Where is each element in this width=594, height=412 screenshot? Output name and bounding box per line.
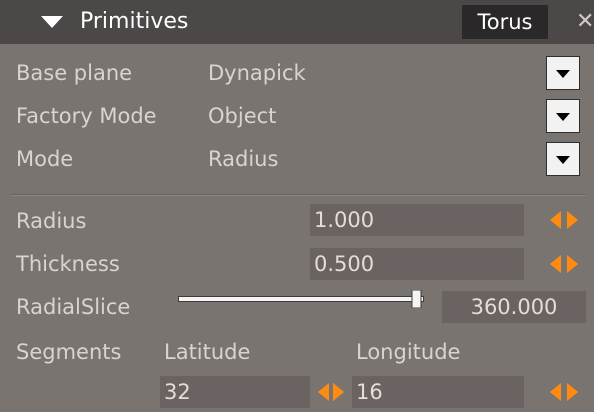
factory-mode-label: Factory Mode (16, 104, 157, 128)
primitive-type-selector[interactable]: Torus (462, 5, 548, 39)
dropdown-arrow-icon (556, 113, 570, 121)
latitude-spin-arrows-icon[interactable] (316, 383, 346, 401)
factory-mode-dropdown-button[interactable] (546, 99, 580, 133)
longitude-field[interactable]: 16 (352, 376, 524, 408)
radial-slice-label: RadialSlice (16, 295, 131, 319)
dropdown-arrow-icon (556, 156, 570, 164)
radius-label: Radius (16, 209, 87, 233)
mode-value[interactable]: Radius (208, 145, 278, 173)
base-plane-value[interactable]: Dynapick (208, 59, 306, 87)
base-plane-dropdown-button[interactable] (546, 56, 580, 90)
section-divider (12, 194, 586, 196)
thickness-spin-arrows-icon[interactable] (550, 255, 578, 273)
panel-title: Primitives (80, 9, 189, 34)
radius-spin-arrows-icon[interactable] (550, 211, 578, 229)
radius-field[interactable]: 1.000 (310, 204, 524, 236)
mode-label: Mode (16, 147, 74, 171)
mode-dropdown-button[interactable] (546, 142, 580, 176)
dropdown-arrow-icon (556, 70, 570, 78)
longitude-spin-arrows-icon[interactable] (550, 383, 578, 401)
latitude-field[interactable]: 32 (160, 376, 310, 408)
panel-titlebar: Primitives Torus ✕ (0, 0, 594, 44)
collapse-triangle-icon[interactable] (40, 15, 64, 29)
close-icon[interactable]: ✕ (576, 5, 594, 39)
latitude-label: Latitude (164, 340, 251, 364)
thickness-label: Thickness (16, 252, 120, 276)
longitude-label: Longitude (356, 340, 461, 364)
segments-label: Segments (16, 340, 122, 364)
base-plane-label: Base plane (16, 61, 133, 85)
radial-slice-field[interactable]: 360.000 (442, 291, 586, 323)
radial-slice-slider-thumb[interactable] (410, 290, 424, 308)
thickness-field[interactable]: 0.500 (310, 248, 524, 280)
radial-slice-slider-track[interactable] (178, 296, 424, 302)
factory-mode-value[interactable]: Object (208, 102, 276, 130)
